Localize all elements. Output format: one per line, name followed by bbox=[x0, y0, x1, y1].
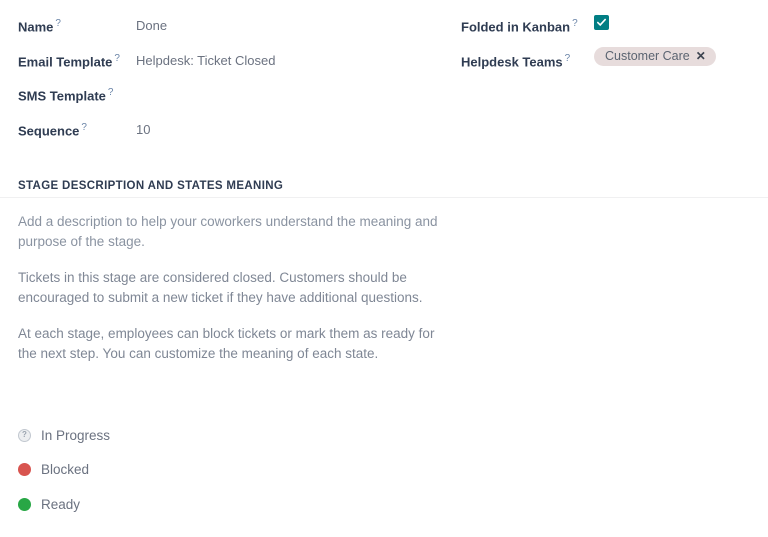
field-grid: Name? Done Email Template? Helpdesk: Tic… bbox=[0, 0, 768, 172]
state-row-blocked[interactable]: Blocked bbox=[18, 453, 110, 488]
field-value-name[interactable]: Done bbox=[136, 0, 448, 32]
state-row-ready[interactable]: Ready bbox=[18, 487, 110, 522]
field-label-folded-in-kanban-text: Folded in Kanban bbox=[461, 19, 570, 34]
state-legend: ? In Progress Blocked Ready bbox=[18, 418, 110, 522]
check-icon bbox=[597, 18, 606, 27]
question-circle-icon: ? bbox=[18, 429, 31, 442]
state-label-ready: Ready bbox=[41, 498, 80, 512]
field-label-sms-template-text: SMS Template bbox=[18, 88, 106, 103]
help-tooltip-icon[interactable]: ? bbox=[55, 18, 61, 29]
tag-label: Customer Care bbox=[605, 50, 690, 63]
description-paragraph-3: At each stage, employees can block ticke… bbox=[18, 324, 438, 364]
field-label-folded-in-kanban: Folded in Kanban? bbox=[461, 0, 594, 33]
green-dot-icon bbox=[18, 498, 31, 511]
state-label-in-progress: In Progress bbox=[41, 429, 110, 443]
question-mark-glyph: ? bbox=[19, 431, 30, 439]
folded-in-kanban-checkbox[interactable] bbox=[594, 15, 609, 30]
help-tooltip-icon[interactable]: ? bbox=[565, 53, 571, 64]
section-divider bbox=[0, 197, 768, 198]
field-label-email-template: Email Template? bbox=[18, 35, 136, 68]
description-paragraph-2: Tickets in this stage are considered clo… bbox=[18, 268, 438, 308]
stage-form-sheet: Name? Done Email Template? Helpdesk: Tic… bbox=[0, 0, 768, 537]
help-tooltip-icon[interactable]: ? bbox=[572, 18, 578, 29]
field-row-helpdesk-teams: Helpdesk Teams? Customer Care ✕ bbox=[461, 35, 761, 70]
field-label-sequence: Sequence? bbox=[18, 104, 136, 137]
field-row-folded-in-kanban: Folded in Kanban? bbox=[461, 0, 761, 35]
field-label-email-template-text: Email Template bbox=[18, 54, 112, 69]
field-value-sms-template[interactable] bbox=[136, 69, 448, 88]
section-title-stage-description: STAGE DESCRIPTION AND STATES MEANING bbox=[18, 181, 283, 193]
field-label-name: Name? bbox=[18, 0, 136, 33]
help-tooltip-icon[interactable]: ? bbox=[108, 87, 114, 98]
help-tooltip-icon[interactable]: ? bbox=[81, 122, 87, 133]
field-label-helpdesk-teams-text: Helpdesk Teams bbox=[461, 54, 563, 69]
right-field-column: Folded in Kanban? Helpdesk Teams? Custom… bbox=[461, 0, 761, 69]
field-label-helpdesk-teams: Helpdesk Teams? bbox=[461, 35, 594, 68]
red-dot-icon bbox=[18, 463, 31, 476]
left-field-column: Name? Done Email Template? Helpdesk: Tic… bbox=[18, 0, 448, 138]
state-label-blocked: Blocked bbox=[41, 463, 89, 477]
field-value-helpdesk-teams[interactable]: Customer Care ✕ bbox=[594, 35, 761, 67]
field-value-sequence[interactable]: 10 bbox=[136, 104, 448, 136]
state-row-in-progress[interactable]: ? In Progress bbox=[18, 418, 110, 453]
field-value-folded-in-kanban bbox=[594, 0, 761, 30]
help-tooltip-icon[interactable]: ? bbox=[114, 53, 120, 64]
tag-remove-icon[interactable]: ✕ bbox=[696, 50, 706, 62]
field-row-sms-template: SMS Template? bbox=[18, 69, 448, 104]
field-value-email-template[interactable]: Helpdesk: Ticket Closed bbox=[136, 35, 448, 67]
field-label-sequence-text: Sequence bbox=[18, 123, 79, 138]
field-row-sequence: Sequence? 10 bbox=[18, 104, 448, 139]
tag-customer-care[interactable]: Customer Care ✕ bbox=[594, 47, 716, 67]
description-paragraph-1: Add a description to help your coworkers… bbox=[18, 212, 438, 252]
field-label-sms-template: SMS Template? bbox=[18, 69, 136, 102]
field-row-name: Name? Done bbox=[18, 0, 448, 35]
field-label-name-text: Name bbox=[18, 19, 53, 34]
stage-description-body[interactable]: Add a description to help your coworkers… bbox=[18, 212, 438, 380]
field-row-email-template: Email Template? Helpdesk: Ticket Closed bbox=[18, 35, 448, 70]
